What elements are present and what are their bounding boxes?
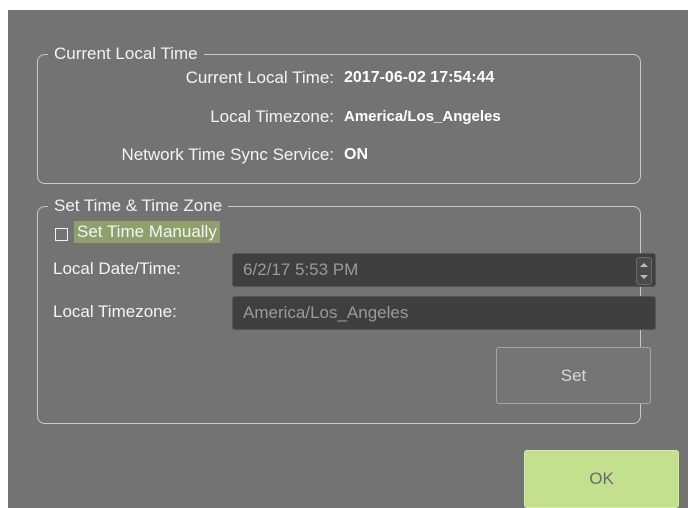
local-timezone-label: Local Timezone: (210, 107, 334, 126)
local-timezone-value: America/Los_Angeles (344, 108, 501, 125)
set-button[interactable]: Set (496, 347, 651, 404)
local-datetime-label: Local Date/Time: (53, 259, 181, 278)
set-time-manually-checkbox[interactable] (55, 228, 68, 241)
spinner-down-icon[interactable] (640, 275, 648, 279)
ok-button[interactable]: OK (524, 450, 679, 508)
current-local-time-group: Current Local Time Current Local Time: 2… (37, 44, 641, 184)
time-settings-dialog: Current Local Time Current Local Time: 2… (8, 10, 688, 508)
network-time-sync-value: ON (344, 146, 368, 163)
current-local-time-legend: Current Local Time (48, 44, 204, 64)
set-time-manually-label[interactable]: Set Time Manually (74, 221, 220, 243)
local-timezone-field-value: America/Los_Angeles (243, 303, 409, 322)
current-local-time-value: 2017-06-02 17:54:44 (344, 69, 495, 86)
local-datetime-value: 6/2/17 5:53 PM (243, 260, 359, 279)
spinner-up-icon[interactable] (640, 263, 648, 267)
datetime-spinner[interactable] (636, 257, 652, 285)
current-local-time-label: Current Local Time: (185, 68, 334, 87)
network-time-sync-label: Network Time Sync Service: (121, 145, 334, 164)
local-timezone-set-label: Local Timezone: (53, 302, 177, 321)
set-time-zone-group: Set Time & Time Zone Set Time Manually L… (37, 196, 656, 424)
local-datetime-field[interactable]: 6/2/17 5:53 PM (232, 253, 656, 287)
local-timezone-field[interactable]: America/Los_Angeles (232, 296, 656, 330)
set-time-zone-legend: Set Time & Time Zone (48, 196, 229, 216)
